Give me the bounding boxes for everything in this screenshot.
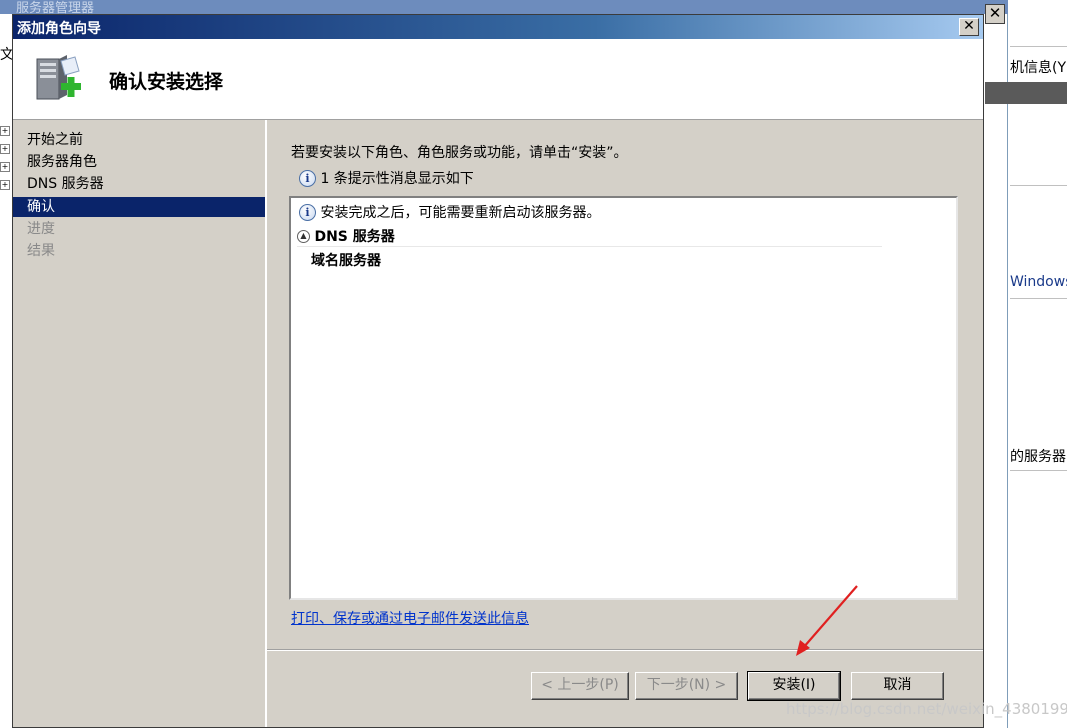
watermark: https://blog.csdn.net/weixin_43801998 (786, 700, 1067, 718)
annotation-arrow-icon (796, 585, 858, 656)
